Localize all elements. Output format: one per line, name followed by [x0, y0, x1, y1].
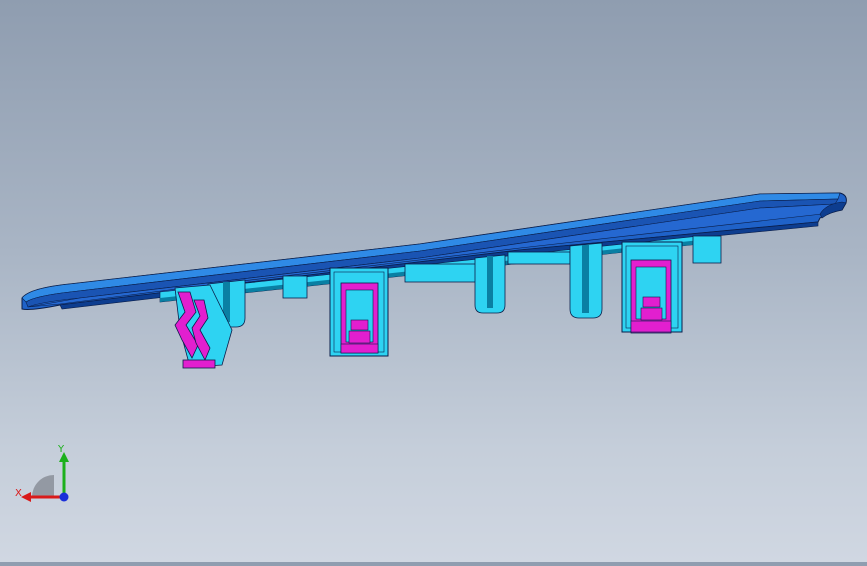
triad-plane — [32, 475, 54, 497]
x-axis-label: X — [15, 488, 22, 499]
model-viewport[interactable] — [0, 0, 867, 562]
y-axis-label: Y — [57, 444, 65, 455]
boss — [569, 242, 603, 319]
z-axis-dot — [59, 492, 69, 502]
clip-housing-right — [621, 241, 683, 334]
rail-tab — [692, 235, 722, 264]
rail-tab — [507, 251, 571, 265]
x-axis-arrow — [21, 492, 31, 502]
axis-triad: Y X — [10, 438, 80, 518]
triad-graphic: Y X — [15, 444, 69, 502]
clip-housing-middle — [329, 267, 389, 357]
rail-tab — [282, 275, 308, 299]
shell-body — [21, 192, 847, 310]
boss — [474, 254, 506, 314]
part-model — [21, 192, 847, 369]
